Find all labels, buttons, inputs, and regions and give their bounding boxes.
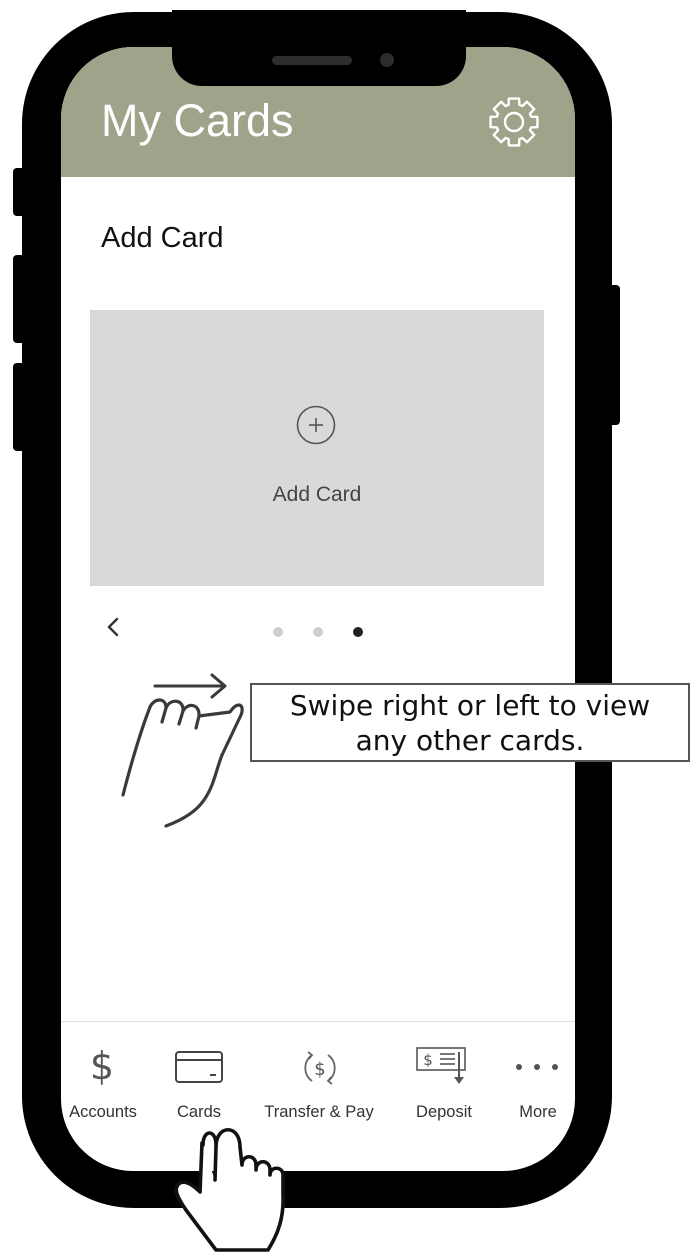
callout-line-2: any other cards. [355,724,585,757]
callout-line-1: Swipe right or left to view [289,689,651,722]
swipe-hand-icon [121,698,244,828]
swipe-gesture-illustration [121,673,285,1252]
swipe-arrow-icon [153,673,227,699]
swipe-instruction-callout: Swipe right or left to view any other ca… [250,683,690,762]
tap-hand-icon [174,1128,285,1252]
